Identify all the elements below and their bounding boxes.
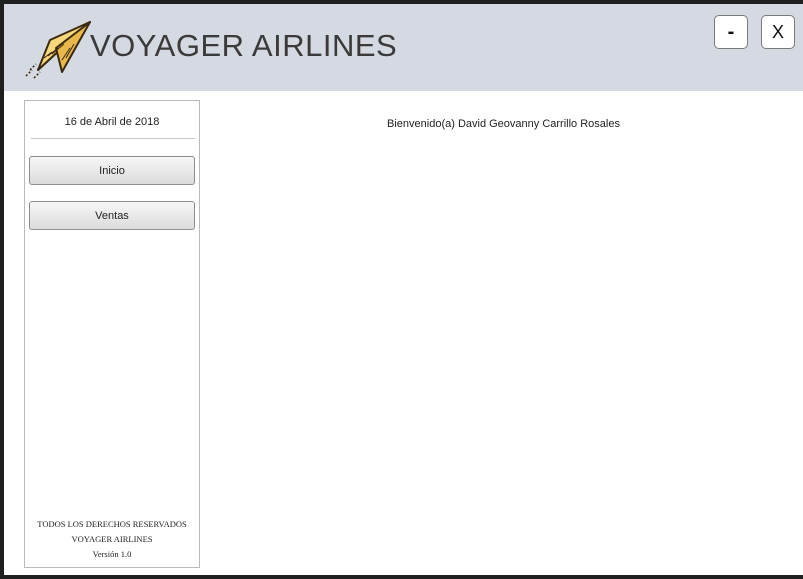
current-date: 16 de Abril de 2018	[64, 116, 160, 128]
divider	[31, 138, 195, 139]
company-line: VOYAGER AIRLINES	[71, 534, 153, 544]
copyright-line: TODOS LOS DERECHOS RESERVADOS	[37, 519, 187, 529]
version-line: Versión 1.0	[92, 549, 132, 559]
header-bar: VOYAGER AIRLINES - X	[4, 4, 803, 91]
close-button[interactable]: X	[761, 15, 795, 49]
inicio-button[interactable]: Inicio	[29, 156, 195, 185]
minimize-button[interactable]: -	[714, 15, 748, 49]
ventas-button[interactable]: Ventas	[29, 201, 195, 230]
paper-plane-icon	[25, 21, 91, 79]
app-title: VOYAGER AIRLINES	[90, 28, 398, 63]
sidebar: 16 de Abril de 2018 Inicio Ventas TODOS …	[24, 100, 200, 568]
welcome-message: Bienvenido(a) David Geovanny Carrillo Ro…	[387, 118, 620, 130]
footer-text: TODOS LOS DERECHOS RESERVADOS VOYAGER AI…	[25, 517, 199, 562]
app-window: VOYAGER AIRLINES - X 16 de Abril de 2018…	[0, 0, 803, 579]
